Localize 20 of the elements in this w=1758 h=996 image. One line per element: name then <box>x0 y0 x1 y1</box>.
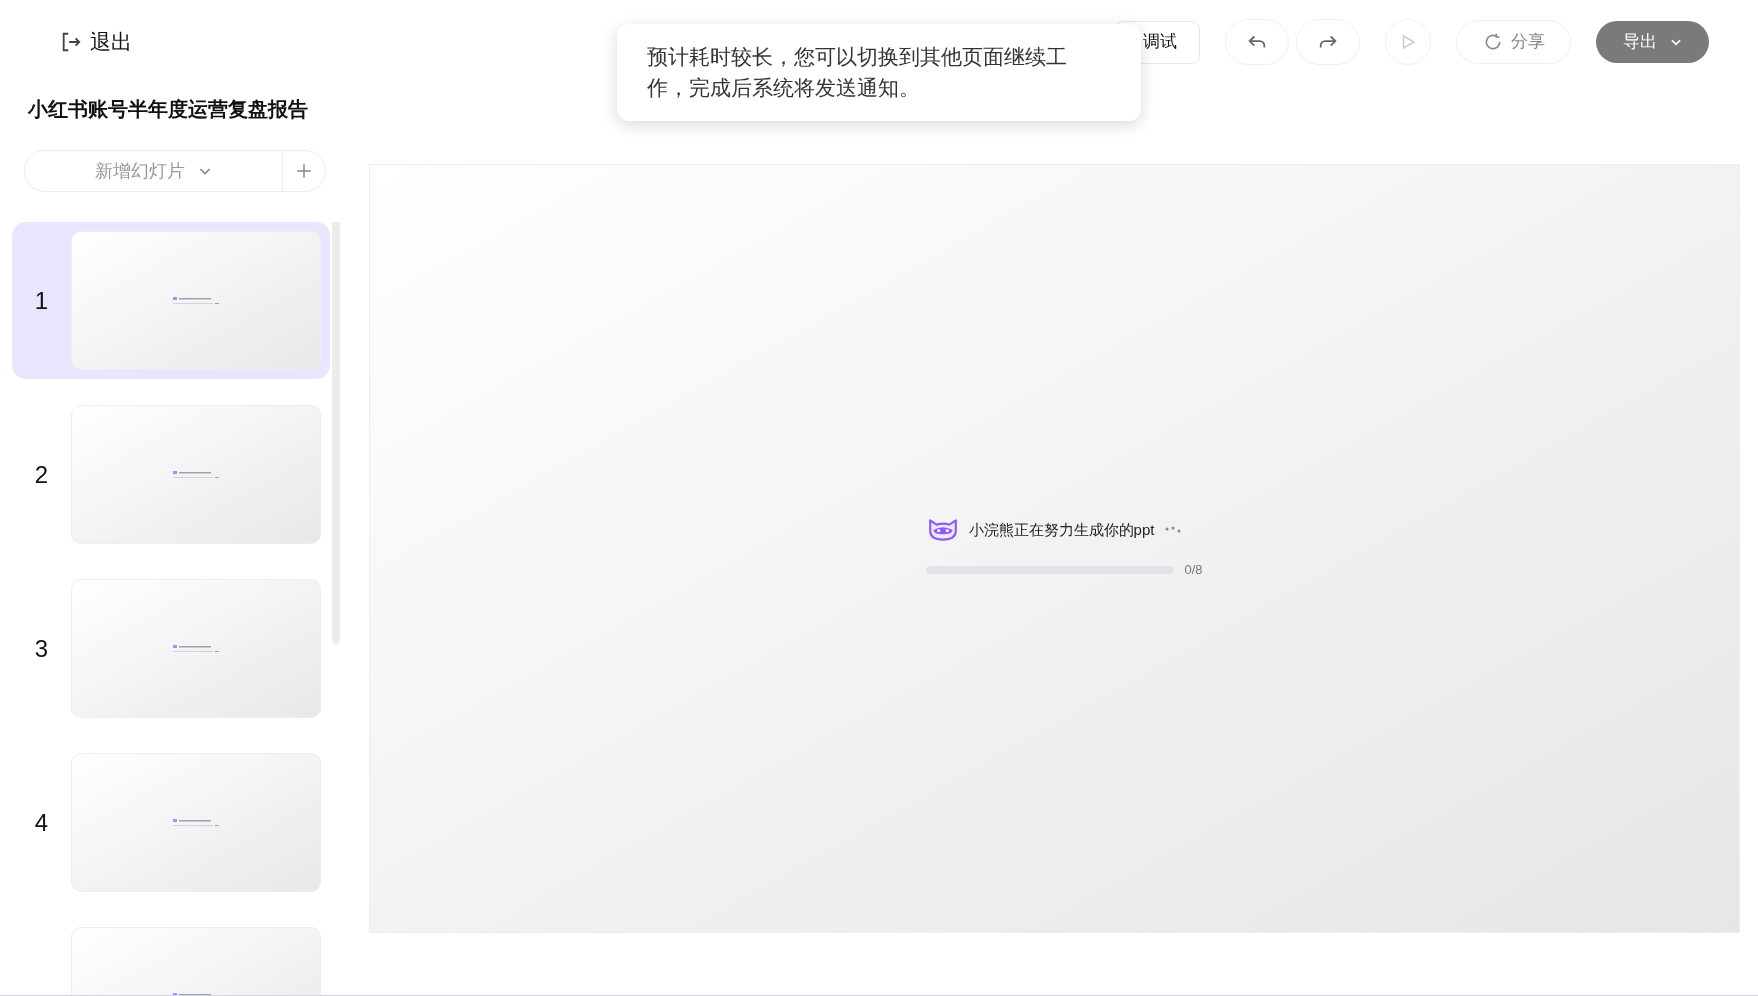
raccoon-icon <box>926 517 959 542</box>
refresh-icon <box>1482 32 1503 52</box>
slide-number: 1 <box>34 285 49 316</box>
exit-button[interactable]: 退出 <box>60 26 132 58</box>
toast-notification: 预计耗时较长，您可以切换到其他页面继续工作，完成后系统将发送通知。 <box>617 24 1141 121</box>
export-button[interactable]: 导出 <box>1596 21 1709 63</box>
project-title: 小红书账号半年度运营复盘报告 <box>26 97 309 122</box>
slide-number: 3 <box>34 633 49 664</box>
loading-message: 小浣熊正在努力生成你的ppt <box>968 519 1155 540</box>
slide-preview-drawing <box>173 471 219 478</box>
plus-icon <box>295 162 313 180</box>
slide-number: 4 <box>34 807 49 838</box>
slide-item[interactable]: 1 <box>12 222 330 379</box>
loading-dots-icon <box>1164 525 1183 534</box>
slide-preview-drawing <box>173 819 219 826</box>
exit-icon <box>60 31 82 53</box>
slide-preview-drawing <box>173 645 219 652</box>
slide-number: 2 <box>34 459 49 490</box>
slide-preview-drawing <box>173 297 219 304</box>
progress-reading: 0/8 <box>1184 560 1203 579</box>
